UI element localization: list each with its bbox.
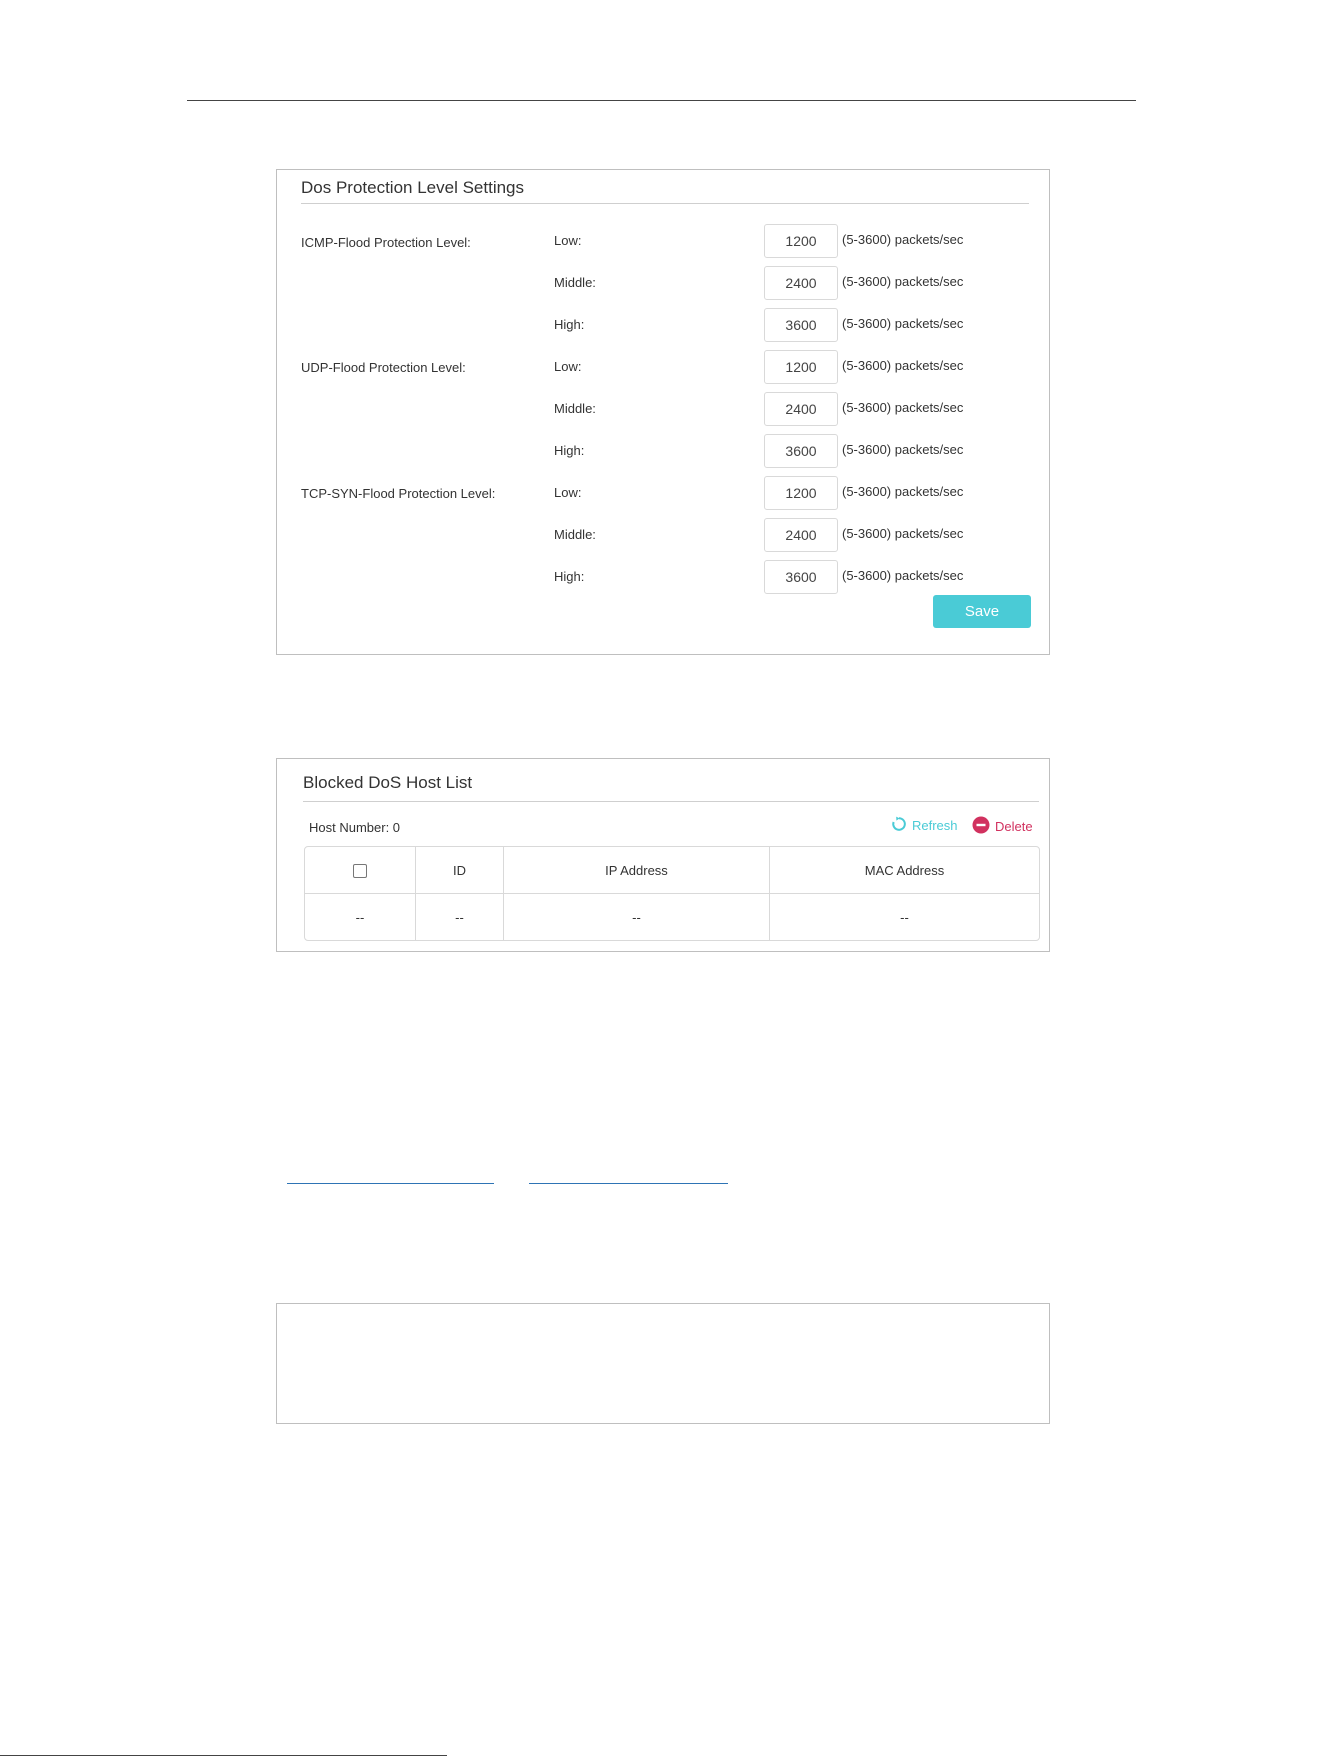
table-cell: -- — [769, 894, 1039, 940]
delete-button[interactable]: Delete — [972, 816, 1033, 837]
refresh-icon — [891, 816, 912, 835]
tcp-low-hint: (5-3600) packets/sec — [842, 484, 964, 499]
table-cell: -- — [503, 894, 769, 940]
select-all-checkbox[interactable] — [353, 863, 367, 878]
panel-divider — [303, 801, 1039, 802]
blocked-host-panel: Blocked DoS Host List Host Number: 0 Ref… — [276, 758, 1050, 952]
note-box — [276, 1303, 1050, 1424]
icmp-middle-input[interactable] — [764, 266, 838, 300]
icmp-low-input[interactable] — [764, 224, 838, 258]
dos-protection-panel: Dos Protection Level Settings ICMP-Flood… — [276, 169, 1050, 655]
udp-high-label: High: — [554, 443, 585, 458]
icmp-low-hint: (5-3600) packets/sec — [842, 232, 964, 247]
table-cell: -- — [415, 894, 503, 940]
tcp-syn-flood-label: TCP-SYN-Flood Protection Level: — [301, 486, 496, 501]
host-table: ID IP Address MAC Address -- -- -- -- — [304, 846, 1040, 941]
link-underline[interactable] — [287, 1183, 494, 1184]
save-button[interactable]: Save — [933, 595, 1031, 628]
refresh-button[interactable]: Refresh — [891, 816, 958, 835]
icmp-middle-label: Middle: — [554, 275, 596, 290]
udp-middle-input[interactable] — [764, 392, 838, 426]
udp-low-label: Low: — [554, 359, 582, 374]
delete-label: Delete — [995, 819, 1033, 834]
icmp-high-hint: (5-3600) packets/sec — [842, 316, 964, 331]
udp-low-input[interactable] — [764, 350, 838, 384]
icmp-low-label: Low: — [554, 233, 582, 248]
udp-low-hint: (5-3600) packets/sec — [842, 358, 964, 373]
panel-divider — [301, 203, 1029, 204]
link-underline[interactable] — [529, 1183, 728, 1184]
udp-flood-label: UDP-Flood Protection Level: — [301, 360, 466, 375]
tcp-low-input[interactable] — [764, 476, 838, 510]
refresh-label: Refresh — [912, 818, 958, 833]
panel-title: Dos Protection Level Settings — [301, 178, 525, 197]
icmp-flood-label: ICMP-Flood Protection Level: — [301, 235, 471, 250]
header-rule — [187, 100, 1136, 101]
tcp-high-hint: (5-3600) packets/sec — [842, 568, 964, 583]
udp-middle-label: Middle: — [554, 401, 596, 416]
table-cell: -- — [355, 909, 365, 925]
icmp-high-input[interactable] — [764, 308, 838, 342]
column-header-ip: IP Address — [503, 847, 769, 894]
tcp-high-label: High: — [554, 569, 585, 584]
table-header-row: ID IP Address MAC Address — [305, 847, 1039, 894]
column-header-id: ID — [415, 847, 503, 894]
tcp-low-label: Low: — [554, 485, 582, 500]
tcp-middle-hint: (5-3600) packets/sec — [842, 526, 964, 541]
column-header-mac: MAC Address — [769, 847, 1039, 894]
footer-rule — [0, 1755, 447, 1756]
udp-high-hint: (5-3600) packets/sec — [842, 442, 964, 457]
minus-circle-icon — [972, 816, 995, 837]
tcp-middle-input[interactable] — [764, 518, 838, 552]
host-number: Host Number: 0 — [309, 820, 401, 835]
icmp-high-label: High: — [554, 317, 585, 332]
udp-high-input[interactable] — [764, 434, 838, 468]
icmp-middle-hint: (5-3600) packets/sec — [842, 274, 964, 289]
tcp-middle-label: Middle: — [554, 527, 596, 542]
tcp-high-input[interactable] — [764, 560, 838, 594]
table-row: -- -- -- -- — [305, 894, 1039, 940]
panel-title: Blocked DoS Host List — [303, 773, 473, 792]
select-all-header — [305, 847, 415, 894]
udp-middle-hint: (5-3600) packets/sec — [842, 400, 964, 415]
